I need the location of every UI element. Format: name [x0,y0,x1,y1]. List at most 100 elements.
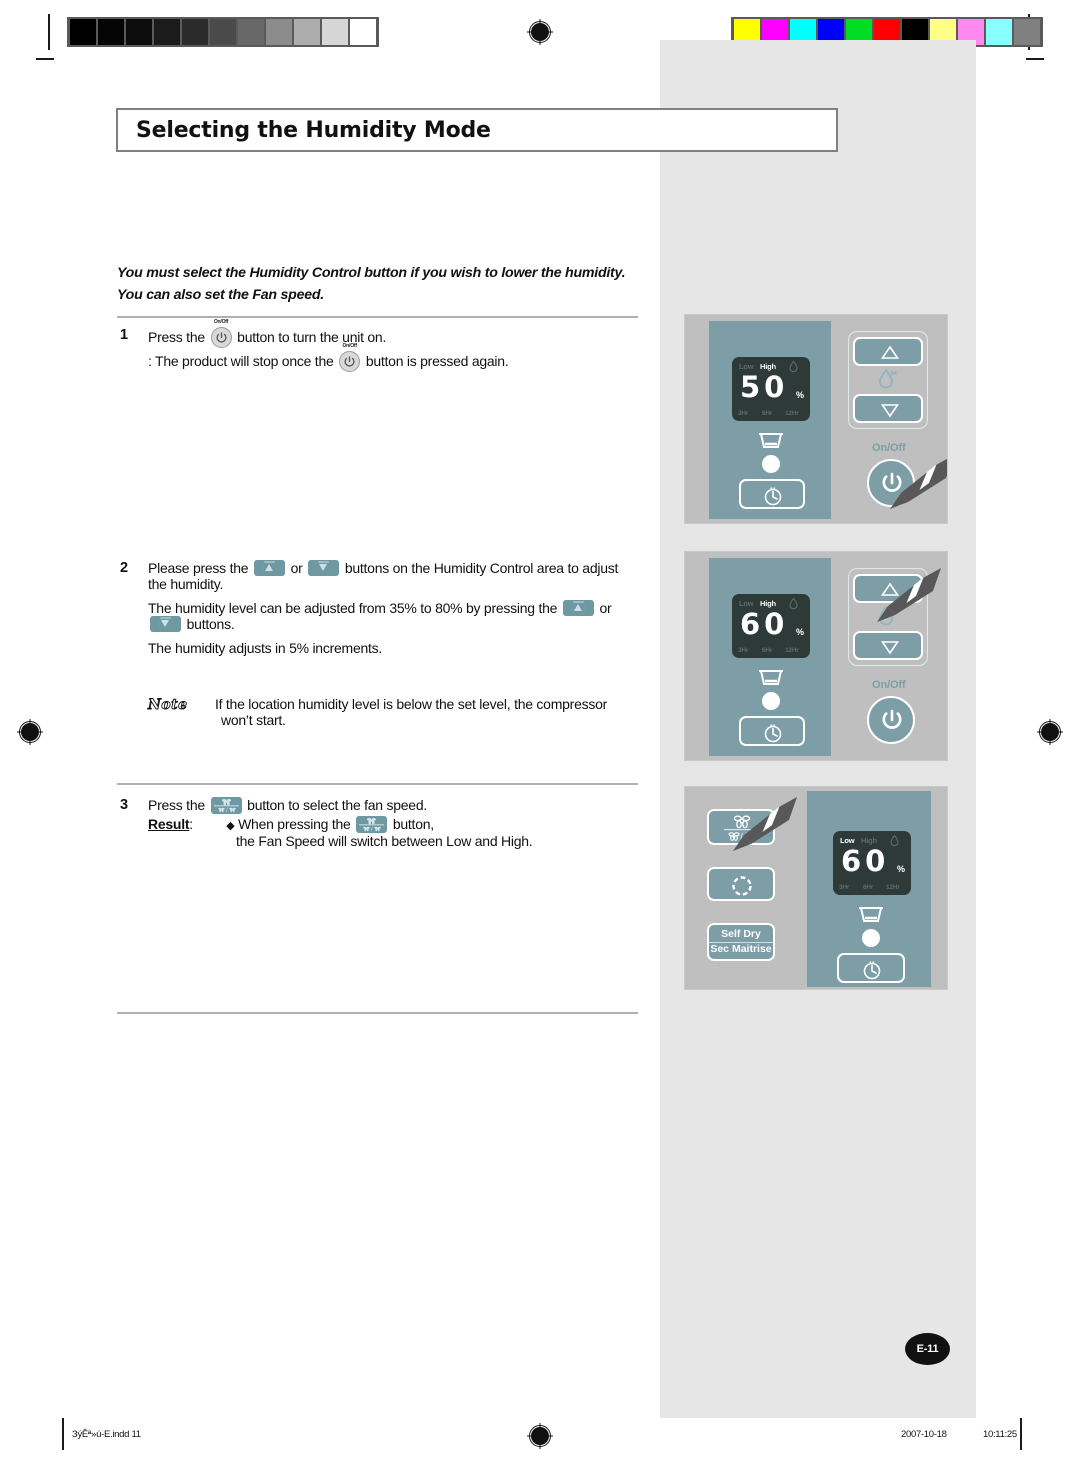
humidity-up-icon [253,560,285,576]
panel-2-humidity-down-button[interactable] [853,631,923,660]
registration-mark-left [17,719,43,745]
intro-line-1: You must select the Humidity Control but… [117,265,626,281]
panel-1-timer-button[interactable] [739,479,805,509]
lcd-humidity-drop-icon [789,597,798,610]
intro-paragraph: You must select the Humidity Control but… [117,262,657,306]
panel-2-timer-button[interactable] [739,716,805,746]
self-dry-label-fr: Sec Maitrise [709,941,773,955]
note-line-1: If the location humidity level is below … [215,696,608,712]
power-button-icon-2: On/Off [339,343,361,372]
step-3-number: 3 [120,797,129,813]
lcd-timer-3hr: 3Hr [839,884,850,891]
step-3-result-a: When pressing the [238,816,351,832]
panel-humidity-up: Low High 60 % 3Hr 6Hr 12Hr On/Off [684,551,948,761]
power-icon-label-2: On/Off [342,343,357,349]
panel-power-on: Low High 50 % 3Hr 6Hr 12Hr On/Off [684,314,948,524]
step-2-or-1: or [290,560,303,576]
step-2-or-2: or [599,600,612,616]
bullet-diamond: ◆ [226,820,235,832]
step-2-text-b: buttons on the Humidity Control area to … [344,560,619,576]
divider-top [117,316,638,318]
step-2-number: 2 [120,560,129,576]
dashed-circle-icon [732,876,752,896]
svg-text:/: / [371,827,373,833]
lcd-timer-3hr: 3Hr [738,647,749,654]
panel-3-led-indicator [862,929,880,947]
note-body: If the location humidity level is below … [215,696,645,728]
registration-mark-right [1037,719,1063,745]
lcd-timer-12hr: 12Hr [886,884,900,891]
panel-3-timer-button[interactable] [837,953,905,983]
crop-mark-left [48,14,50,50]
step-2-text-a: Please press the [148,560,249,576]
panel-1-humidity-up-button[interactable] [853,337,923,366]
grayscale-swatch-6 [238,19,264,45]
grayscale-swatch-9 [322,19,348,45]
panel-2-power-button[interactable] [867,696,915,744]
step-2-line-4: buttons. [148,616,643,632]
step-1-text-d: button is pressed again. [365,353,509,369]
humidity-down-icon-2 [150,616,181,632]
step-2-line-3: The humidity level can be adjusted from … [148,600,643,616]
lcd-percent-sign: % [796,627,805,637]
lcd-percent-sign: % [796,390,805,400]
footer-crop-left [62,1418,64,1450]
registration-mark-top [527,19,553,45]
crop-mark-right-h [1026,58,1044,60]
step-3-text-b: button to select the fan speed. [247,797,427,813]
panel-2-pointer-arrow [877,568,941,622]
lcd-humidity-value: 50 [740,370,789,404]
lcd-humidity-value: 60 [740,607,789,641]
grayscale-swatch-0 [70,19,96,45]
grayscale-swatch-5 [210,19,236,45]
panel-3-mode-button[interactable] [707,867,775,901]
step-1-line-1: Press the On/Off button to turn the unit… [148,319,648,348]
lcd-timer-6hr: 6Hr [762,647,773,654]
panel-3-lcd: Low High 60 % 3Hr 6Hr 12Hr [833,831,911,895]
lcd-humidity-drop-icon [890,834,899,847]
footer-crop-right [1020,1418,1022,1450]
grayscale-swatch-1 [98,19,124,45]
power-icon-label: On/Off [213,319,229,325]
water-tank-full-icon [759,433,783,448]
key-cap [263,561,275,563]
lcd-timer-12hr: 12Hr [785,647,799,654]
step-3-text-a: Press the [148,797,205,813]
triangle-down-icon [881,404,899,418]
step-3-result-line-2: the Fan Speed will switch between Low an… [236,833,533,849]
triangle-up-icon [881,345,899,359]
step-3-result-line: Result: ◆ When pressing the / button, [148,816,643,833]
svg-text:/: / [226,808,228,814]
key-cap [572,601,584,603]
step-1-text-a: Press the [148,329,205,345]
color-swatch-10 [1014,19,1040,45]
power-button-icon: On/Off [210,319,232,348]
humidity-up-icon-2 [562,600,594,616]
step-2-line-2: the humidity. [148,576,224,592]
water-tank-full-icon [859,907,883,922]
fan-speed-icon: / [210,797,242,814]
crop-mark-left-h [36,58,54,60]
panel-1-led-indicator [762,455,780,473]
self-dry-label-en: Self Dry [721,928,761,941]
panel-3-self-dry-button[interactable]: Self Dry Sec Maitrise [707,923,775,961]
divider-middle [117,783,638,785]
step-1-number: 1 [120,327,129,343]
panel-2-onoff-label: On/Off [872,679,906,691]
panel-1-humidity-down-button[interactable] [853,394,923,423]
lcd-timer-6hr: 6Hr [762,410,773,417]
note-badge: Note [148,697,188,714]
grayscale-swatch-8 [294,19,320,45]
step-2-text-d: buttons. [186,616,235,632]
result-colon: : [189,816,193,832]
humidity-down-icon [308,560,340,576]
step-1-line-2: : The product will stop once the On/Off … [148,343,648,372]
key-cap [160,617,171,619]
timer-icon [863,961,881,980]
lcd-percent-sign: % [897,864,906,874]
note-line-2: won’t start. [221,712,286,728]
color-swatch-9 [986,19,1012,45]
step-2-body: Please press the or buttons on the Humid… [148,560,643,656]
panel-1-humidity-drop-icon [879,368,897,389]
step-2-text-c: The humidity level can be adjusted from … [148,600,558,616]
